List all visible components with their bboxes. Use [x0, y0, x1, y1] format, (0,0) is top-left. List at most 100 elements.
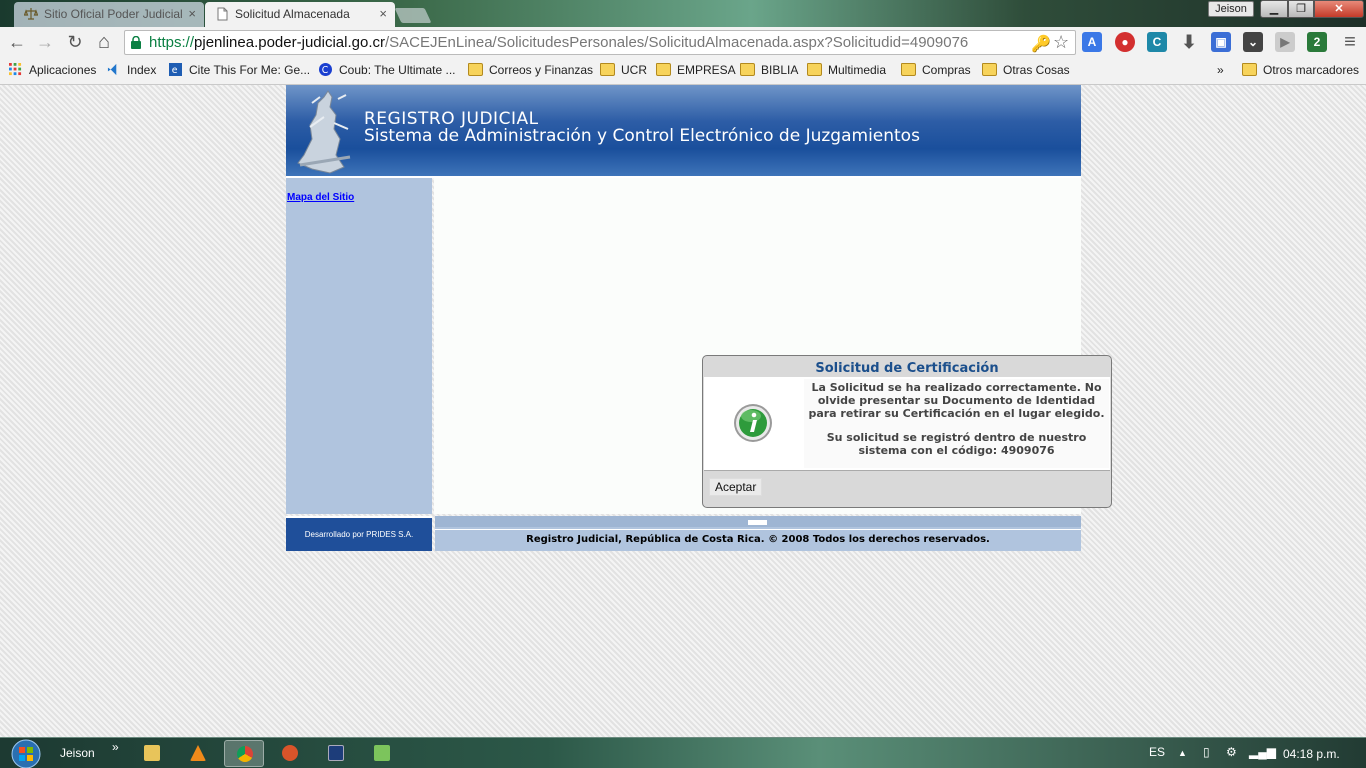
bookmarks-overflow-button[interactable]: » [1217, 63, 1224, 77]
vscode-icon [107, 63, 117, 76]
cast-extension-icon[interactable]: ▣ [1211, 32, 1231, 52]
bookmark-aplicaciones[interactable]: Aplicaciones [8, 63, 96, 77]
bookmark-index[interactable]: Index [106, 63, 156, 77]
bookmark-label: BIBLIA [761, 63, 799, 77]
windows-taskbar: Jeison » ES ▲ ▯ ⚙ ▂▄▆ 04:18 p.m. [0, 737, 1366, 768]
copyright-text: Registro Judicial, República de Costa Ri… [526, 534, 990, 545]
battery-icon[interactable]: ▯ [1203, 745, 1210, 759]
bookmark-ucr[interactable]: UCR [600, 63, 647, 77]
bookmark-otros-marcadores[interactable]: Otros marcadores [1242, 63, 1359, 77]
play-extension-icon[interactable]: ▶ [1275, 32, 1295, 52]
vlc-taskbar-button[interactable] [178, 740, 218, 767]
reload-button[interactable]: ↻ [63, 31, 87, 55]
explorer-taskbar-button[interactable] [132, 740, 172, 767]
app-taskbar-button[interactable] [316, 740, 356, 767]
taskbar-overflow-icon[interactable]: » [112, 740, 119, 754]
bookmark-label: Otros marcadores [1263, 63, 1360, 77]
info-icon [734, 404, 772, 442]
document-favicon-icon [217, 7, 228, 21]
menu-icon[interactable]: ≡ [1338, 31, 1362, 55]
back-button[interactable]: ← [5, 31, 29, 55]
folder-icon [807, 63, 822, 76]
bookmark-label: Cite This For Me: Ge... [189, 63, 311, 77]
bookmark-biblia[interactable]: BIBLIA [740, 63, 798, 77]
tab-solicitud-almacenada[interactable]: Solicitud Almacenada × [205, 2, 395, 27]
bookmarks-bar: Aplicaciones Index e Cite This For Me: Ge… [0, 58, 1366, 85]
star-icon[interactable]: ☆ [1053, 32, 1069, 53]
certification-dialog: Solicitud de Certificación La Solicitud … [702, 355, 1112, 508]
start-button-icon[interactable] [4, 738, 44, 768]
bookmark-correos-finanzas[interactable]: Correos y Finanzas [468, 63, 593, 77]
translate-extension-icon[interactable]: A [1082, 32, 1102, 52]
home-button[interactable]: ⌂ [92, 31, 116, 55]
main-content: Solicitud de Certificación La Solicitud … [434, 178, 1112, 514]
key-icon[interactable]: 🔑 [1031, 34, 1051, 54]
bookmark-multimedia[interactable]: Multimedia [807, 63, 886, 77]
dialog-message: La Solicitud se ha realizado correctamen… [804, 379, 1109, 468]
bookmark-label: EMPRESA [677, 63, 736, 77]
tab-sitio-oficial[interactable]: Sitio Oficial Poder Judicial × [14, 2, 204, 27]
adblock-extension-icon[interactable]: ● [1115, 32, 1135, 52]
close-tab-icon[interactable]: × [188, 2, 196, 26]
clock[interactable]: 04:18 p.m. [1283, 747, 1340, 761]
dialog-title: Solicitud de Certificación [815, 361, 999, 376]
accept-button[interactable]: Aceptar [709, 478, 763, 496]
svg-text:C: C [322, 65, 328, 76]
citethis-icon: e [169, 63, 182, 76]
address-bar[interactable]: https://pjenlinea.poder-judicial.go.cr/S… [124, 30, 1076, 55]
dialog-body: La Solicitud se ha realizado correctamen… [704, 377, 1110, 470]
folder-icon [468, 63, 483, 76]
dialog-separator [704, 470, 1110, 471]
game-taskbar-button[interactable] [270, 740, 310, 767]
bookmark-empresa[interactable]: EMPRESA [656, 63, 736, 77]
app-icon [328, 745, 344, 761]
coub-icon: C [319, 63, 332, 76]
url-path: /SACEJEnLinea/SolicitudesPersonales/Soli… [384, 34, 969, 51]
bookmark-label: Aplicaciones [29, 63, 97, 77]
chrome-taskbar-button[interactable] [224, 740, 264, 767]
svg-text:e: e [172, 65, 178, 76]
signal-icon[interactable]: ▂▄▆ [1249, 745, 1276, 759]
folder-icon [656, 63, 671, 76]
bookmark-coub[interactable]: C Coub: The Ultimate ... [318, 63, 456, 77]
vlc-cone-icon [190, 745, 206, 761]
files-taskbar-button[interactable] [362, 740, 402, 767]
url-text: https://pjenlinea.poder-judicial.go.cr/S… [149, 34, 968, 51]
page-container: REGISTRO JUDICIAL Sistema de Administrac… [286, 85, 1112, 551]
bookmark-otras-cosas[interactable]: Otras Cosas [982, 63, 1070, 77]
header-banner: REGISTRO JUDICIAL Sistema de Administrac… [286, 85, 1081, 176]
justice-statue-logo-icon [297, 90, 351, 174]
download-extension-icon[interactable]: ⬇ [1179, 32, 1199, 52]
banner-subtitle: Sistema de Administración y Control Elec… [364, 126, 920, 146]
folder-icon [901, 63, 916, 76]
scales-favicon-icon [24, 8, 38, 20]
folder-icon [600, 63, 615, 76]
show-hidden-icons-icon[interactable]: ▲ [1178, 748, 1187, 758]
forward-button[interactable]: → [33, 31, 57, 55]
close-tab-icon[interactable]: × [379, 2, 387, 26]
calendar-extension-icon[interactable]: 2 [1307, 32, 1327, 52]
minimize-button[interactable]: ▁ [1260, 0, 1288, 18]
folder-icon [982, 63, 997, 76]
game-icon [282, 745, 298, 761]
maximize-button[interactable]: ❐ [1288, 0, 1314, 18]
profile-button[interactable]: Jeison [1208, 1, 1254, 17]
taskbar-user-label[interactable]: Jeison [60, 746, 95, 760]
tab-title: Solicitud Almacenada [235, 7, 350, 21]
folder-icon [740, 63, 755, 76]
bookmark-label: Coub: The Ultimate ... [339, 63, 456, 77]
pocket-extension-icon[interactable]: ⌄ [1243, 32, 1263, 52]
bookmark-label: Multimedia [828, 63, 887, 77]
bookmark-label: Index [127, 63, 157, 77]
bookmark-cite-this[interactable]: e Cite This For Me: Ge... [168, 63, 310, 77]
language-indicator[interactable]: ES [1149, 745, 1165, 759]
network-device-icon[interactable]: ⚙ [1226, 745, 1237, 759]
bookmark-label: Correos y Finanzas [489, 63, 594, 77]
new-tab-button[interactable] [394, 8, 432, 23]
close-window-button[interactable]: ✕ [1314, 0, 1364, 18]
cloud-extension-icon[interactable]: C [1147, 32, 1167, 52]
site-map-link[interactable]: Mapa del Sitio [287, 192, 354, 203]
folder-icon [144, 745, 160, 761]
bookmark-compras[interactable]: Compras [901, 63, 971, 77]
browser-toolbar: ← → ↻ ⌂ https://pjenlinea.poder-judicial… [0, 27, 1366, 58]
